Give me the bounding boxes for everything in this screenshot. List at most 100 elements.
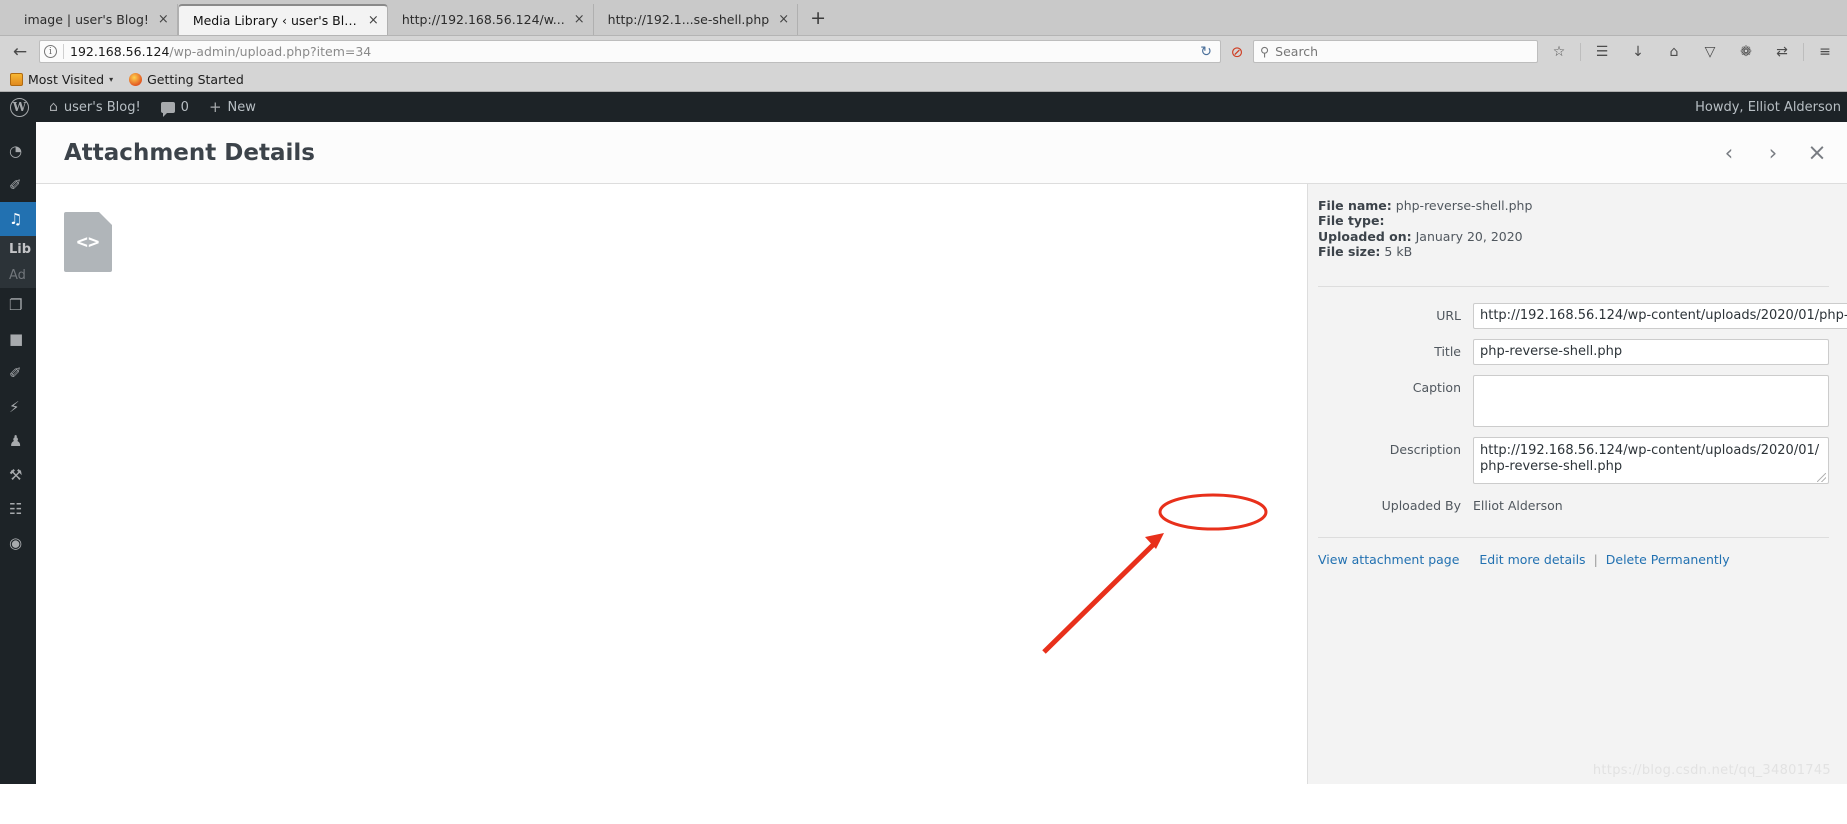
- sidebar-collapse-menu[interactable]: ◉: [0, 526, 36, 560]
- toolbar-divider: [1803, 42, 1804, 61]
- bookmark-most-visited[interactable]: Most Visited ▾: [10, 72, 113, 87]
- modal-body: <> File name: php-reverse-shell.php File…: [36, 184, 1847, 784]
- reload-icon[interactable]: ↻: [1196, 44, 1216, 60]
- resize-handle-icon[interactable]: [1817, 472, 1826, 482]
- description-field-control: http://192.168.56.124/wp-content/uploads…: [1473, 436, 1829, 484]
- proxy-icon[interactable]: ⇄: [1767, 40, 1797, 64]
- most-visited-icon: [10, 72, 23, 86]
- file-name-row: File name: php-reverse-shell.php: [1318, 198, 1829, 213]
- next-attachment-button[interactable]: ›: [1751, 130, 1795, 176]
- new-tab-button[interactable]: +: [798, 4, 838, 35]
- attachment-info-sidebar: File name: php-reverse-shell.php File ty…: [1307, 184, 1847, 784]
- sidebar-item-plugins[interactable]: ⚡: [0, 390, 36, 424]
- sidebar-item-dashboard[interactable]: ◔: [0, 134, 36, 168]
- previous-attachment-button[interactable]: ‹: [1707, 130, 1751, 176]
- uploaded-on-label: Uploaded on:: [1318, 228, 1412, 244]
- hackbar-icon[interactable]: ❁: [1731, 40, 1761, 64]
- home-icon: ⌂: [49, 99, 58, 115]
- noscript-shield-icon[interactable]: ⊘: [1227, 42, 1247, 62]
- edit-more-details-link[interactable]: Edit more details: [1479, 552, 1585, 567]
- sidebar-item-posts[interactable]: ✐: [0, 168, 36, 202]
- bookmark-label: Getting Started: [147, 71, 244, 87]
- uploaded-on-row: Uploaded on: January 20, 2020: [1318, 229, 1829, 244]
- library-icon[interactable]: ☰: [1587, 40, 1617, 64]
- caption-textarea[interactable]: [1473, 374, 1829, 427]
- address-bar-text: 192.168.56.124/wp-admin/upload.php?item=…: [70, 44, 1190, 59]
- back-button-icon[interactable]: ←: [7, 40, 33, 64]
- sidebar-item-pages[interactable]: ❐: [0, 288, 36, 322]
- browser-tab-3[interactable]: http://192.1...se-shell.php ×: [594, 4, 799, 35]
- file-name-label: File name:: [1318, 198, 1392, 213]
- address-bar[interactable]: i 192.168.56.124/wp-admin/upload.php?ite…: [39, 40, 1221, 63]
- attachment-actions: View attachment page Edit more details |…: [1318, 536, 1829, 567]
- sidebar-item-appearance[interactable]: ✐: [0, 356, 36, 390]
- browser-tab-2[interactable]: http://192.168.56.124/w... ×: [388, 4, 594, 35]
- site-name-menu[interactable]: ⌂ user's Blog!: [39, 92, 151, 122]
- new-content-menu[interactable]: + New: [199, 92, 266, 122]
- tab-close-icon[interactable]: ×: [778, 13, 789, 26]
- tab-label: http://192.168.56.124/w...: [401, 12, 565, 27]
- plus-icon: +: [208, 98, 222, 116]
- howdy-account-menu[interactable]: Howdy, Elliot Alderson: [1695, 92, 1847, 122]
- search-bar[interactable]: ⚲ Search: [1253, 40, 1538, 63]
- modal-header: Attachment Details ‹ › ×: [36, 122, 1847, 184]
- wordpress-admin-page: W ⌂ user's Blog! 0 + New Howdy, Elliot A…: [0, 92, 1847, 784]
- bookmark-star-icon[interactable]: ☆: [1544, 40, 1574, 64]
- title-input[interactable]: php-reverse-shell.php: [1473, 338, 1829, 365]
- site-info-icon[interactable]: i: [44, 45, 57, 58]
- browser-tab-1[interactable]: Media Library ‹ user's Blo... ×: [177, 4, 388, 35]
- uploaded-by-control: Elliot Alderson: [1473, 493, 1829, 519]
- users-icon: ♟: [9, 432, 23, 450]
- collapse-icon: ◉: [9, 534, 23, 552]
- comment-bubble-icon: [160, 101, 175, 117]
- comments-menu[interactable]: 0: [151, 92, 199, 122]
- sidebar-item-media[interactable]: ♫: [0, 202, 36, 236]
- home-icon[interactable]: ⌂: [1659, 40, 1689, 64]
- sidebar-item-comments[interactable]: ■: [0, 322, 36, 356]
- file-size-row: File size: 5 kB: [1318, 244, 1829, 259]
- caption-field-row: Caption: [1318, 374, 1829, 427]
- uploaded-on-value: January 20, 2020: [1415, 228, 1523, 244]
- caption-field-control: [1473, 374, 1829, 427]
- close-modal-button[interactable]: ×: [1795, 130, 1839, 176]
- menu-icon[interactable]: ≡: [1810, 40, 1840, 64]
- toolbar-divider: [1580, 42, 1581, 61]
- comments-icon: ■: [9, 330, 24, 348]
- pocket-icon[interactable]: ▽: [1695, 40, 1725, 64]
- bookmarks-toolbar: Most Visited ▾ Getting Started: [0, 67, 1847, 92]
- file-name-value: php-reverse-shell.php: [1395, 198, 1533, 213]
- view-attachment-page-link[interactable]: View attachment page: [1318, 552, 1459, 567]
- search-icon: ⚲: [1260, 44, 1270, 59]
- browser-tab-0[interactable]: image | user's Blog! ×: [10, 4, 178, 35]
- tab-close-icon[interactable]: ×: [368, 14, 379, 27]
- sidebar-item-settings[interactable]: ☷: [0, 492, 36, 526]
- attachment-settings: URL http://192.168.56.124/wp-content/upl…: [1318, 285, 1847, 567]
- tab-strip: image | user's Blog! × Media Library ‹ u…: [0, 0, 1847, 36]
- sidebar-submenu-add-new[interactable]: Ad: [0, 262, 36, 288]
- tab-label: Media Library ‹ user's Blo...: [192, 13, 359, 28]
- comment-count: 0: [180, 99, 189, 115]
- code-file-icon: <>: [64, 212, 112, 272]
- title-field-row: Title php-reverse-shell.php: [1318, 338, 1829, 365]
- downloads-icon[interactable]: ↓: [1623, 40, 1653, 64]
- url-field-row: URL http://192.168.56.124/wp-content/upl…: [1318, 302, 1847, 329]
- uploaded-by-label: Uploaded By: [1381, 497, 1461, 513]
- delete-permanently-link[interactable]: Delete Permanently: [1606, 552, 1730, 567]
- file-type-row: File type:: [1318, 213, 1829, 228]
- tab-close-icon[interactable]: ×: [574, 13, 585, 26]
- wp-logo-menu[interactable]: W: [0, 92, 39, 122]
- sidebar-item-users[interactable]: ♟: [0, 424, 36, 458]
- url-input[interactable]: http://192.168.56.124/wp-content/uploads…: [1473, 302, 1847, 329]
- tab-close-icon[interactable]: ×: [158, 13, 169, 26]
- description-textarea[interactable]: http://192.168.56.124/wp-content/uploads…: [1473, 436, 1829, 484]
- title-field-control: php-reverse-shell.php: [1473, 338, 1829, 365]
- posts-pin-icon: ✐: [9, 176, 22, 194]
- url-field-control: http://192.168.56.124/wp-content/uploads…: [1473, 302, 1847, 329]
- wp-admin-bar: W ⌂ user's Blog! 0 + New Howdy, Elliot A…: [0, 92, 1847, 122]
- title-label: Title: [1434, 343, 1461, 359]
- sidebar-item-tools[interactable]: ⚒: [0, 458, 36, 492]
- action-divider: |: [1593, 551, 1598, 567]
- bookmark-getting-started[interactable]: Getting Started: [129, 72, 244, 87]
- description-label: Description: [1389, 441, 1461, 457]
- sidebar-submenu-library[interactable]: Lib: [0, 236, 36, 262]
